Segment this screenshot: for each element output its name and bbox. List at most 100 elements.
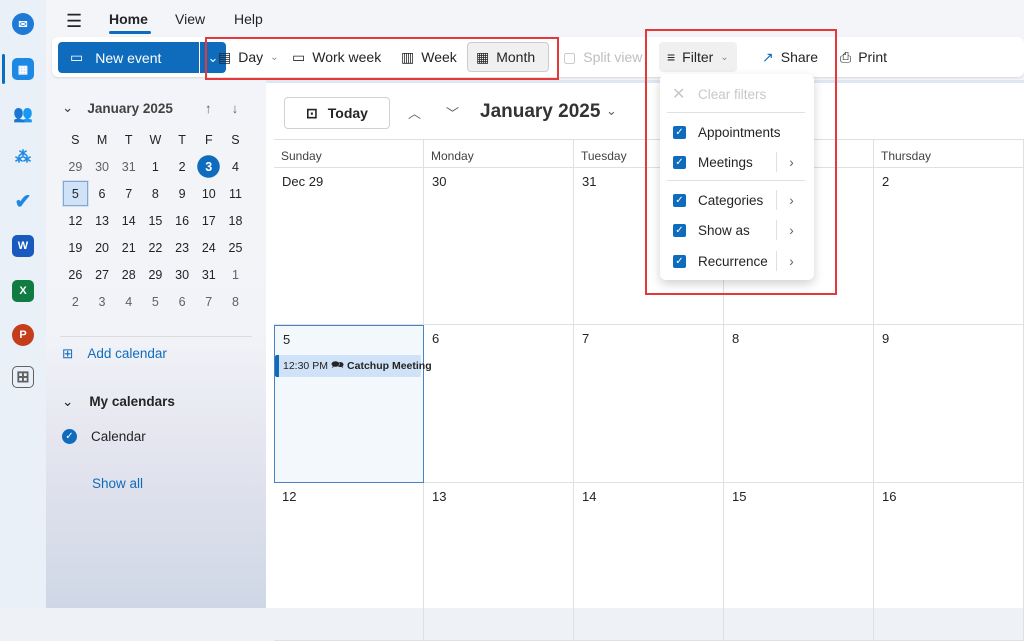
weekday-header: W: [149, 132, 162, 147]
mini-calendar-day[interactable]: 3: [89, 288, 116, 315]
mini-calendar-day[interactable]: 12: [62, 207, 89, 234]
mini-calendar-day[interactable]: 31: [115, 153, 142, 180]
mini-calendar-day[interactable]: 6: [169, 288, 196, 315]
weekday-header: S: [231, 132, 240, 147]
mini-calendar-day[interactable]: 20: [89, 234, 116, 261]
mini-calendar-day[interactable]: 4: [115, 288, 142, 315]
mini-calendar-day[interactable]: 3: [195, 153, 223, 180]
groups-icon[interactable]: ⁂: [12, 146, 34, 168]
today-button[interactable]: ⊡ Today: [284, 97, 390, 129]
mini-calendar-day[interactable]: 16: [169, 207, 196, 234]
more-apps-icon[interactable]: ⊞: [12, 366, 34, 388]
add-calendar-icon: ⊞: [62, 346, 74, 361]
mini-calendar-day[interactable]: 17: [195, 207, 222, 234]
mini-calendar-day[interactable]: 6: [89, 180, 116, 207]
my-calendars-group[interactable]: ⌄ My calendars: [62, 394, 175, 410]
mini-calendar-day[interactable]: 27: [89, 261, 116, 288]
today-label: Today: [327, 105, 368, 121]
app-rail: ✉ ▦ 👥 ⁂ ✔ W X P ⊞: [0, 0, 46, 608]
weekday-header: T: [124, 132, 133, 147]
people-icon[interactable]: 👥: [12, 103, 34, 125]
mini-calendar-day[interactable]: 5: [62, 180, 89, 207]
tab-view[interactable]: View: [175, 11, 205, 27]
mini-calendar-day[interactable]: 29: [62, 153, 89, 180]
previous-icon[interactable]: ︿: [408, 103, 421, 122]
sidebar: ⌄ January 2025 ↑ ↓ S M T W T F S 29 30 31 1 2 3 4 5 6 7 8…: [46, 78, 266, 608]
top-nav: ☰ Home View Help: [46, 0, 1024, 38]
day-cell[interactable]: 6: [424, 325, 574, 483]
excel-icon[interactable]: X: [12, 280, 34, 302]
weekday-header: S: [71, 132, 80, 147]
mini-calendar-day[interactable]: 2: [169, 153, 196, 180]
day-cell[interactable]: 15: [724, 483, 874, 641]
mini-calendar-day[interactable]: 11: [222, 180, 249, 207]
outlook-icon[interactable]: ✉: [12, 13, 34, 35]
mini-calendar-day[interactable]: 21: [115, 234, 142, 261]
mini-calendar-day[interactable]: 1: [142, 153, 169, 180]
mini-calendar-day[interactable]: 29: [142, 261, 169, 288]
show-all-link[interactable]: Show all: [92, 476, 143, 491]
mini-calendar-day[interactable]: 30: [169, 261, 196, 288]
mini-calendar-day[interactable]: 7: [195, 288, 222, 315]
mini-calendar-day[interactable]: 13: [89, 207, 116, 234]
mini-calendar-day[interactable]: 9: [169, 180, 196, 207]
mini-calendar-day[interactable]: 26: [62, 261, 89, 288]
new-event-button[interactable]: ▭ New event: [58, 42, 199, 73]
day-cell[interactable]: Dec 29: [274, 168, 424, 325]
mini-calendar-day[interactable]: 24: [195, 234, 222, 261]
tab-help[interactable]: Help: [234, 11, 263, 27]
day-number: 12: [282, 489, 297, 504]
month-picker-chevron-icon[interactable]: ⌄: [606, 103, 617, 119]
day-cell[interactable]: 16: [874, 483, 1024, 641]
mini-calendar-day[interactable]: 5: [142, 288, 169, 315]
day-cell[interactable]: 14: [574, 483, 724, 641]
day-cell[interactable]: 8: [724, 325, 874, 483]
print-button[interactable]: ⎙ Print: [832, 42, 895, 72]
mini-calendar-day[interactable]: 25: [222, 234, 249, 261]
day-cell[interactable]: 7: [574, 325, 724, 483]
calendar-icon[interactable]: ▦: [12, 58, 34, 80]
previous-month-icon[interactable]: ↑: [205, 101, 212, 116]
day-number: 31: [582, 174, 597, 189]
day-cell[interactable]: 2: [874, 168, 1024, 325]
event-title: Catchup Meeting: [347, 360, 432, 372]
add-calendar-button[interactable]: ⊞ Add calendar: [62, 346, 167, 362]
mini-calendar-day[interactable]: 18: [222, 207, 249, 234]
event-catchup-meeting[interactable]: 12:30 PM 🗪 Catchup Meeting: [275, 355, 432, 377]
month-title[interactable]: January 2025: [480, 101, 600, 123]
next-icon[interactable]: ﹀: [446, 103, 459, 122]
todo-icon[interactable]: ✔: [12, 190, 34, 213]
mini-calendar-day[interactable]: 31: [195, 261, 222, 288]
tab-home[interactable]: Home: [109, 11, 148, 27]
day-header: Thursday: [874, 139, 1024, 168]
hamburger-menu-icon[interactable]: ☰: [66, 11, 82, 32]
mini-calendar-day[interactable]: 30: [89, 153, 116, 180]
mini-calendar-day[interactable]: 4: [222, 153, 249, 180]
next-month-icon[interactable]: ↓: [232, 101, 239, 116]
day-cell[interactable]: 30: [424, 168, 574, 325]
mini-calendar-day[interactable]: 8: [142, 180, 169, 207]
day-cell[interactable]: 12: [274, 483, 424, 641]
powerpoint-icon[interactable]: P: [12, 324, 34, 346]
mini-calendar-day[interactable]: 10: [195, 180, 222, 207]
mini-calendar-day[interactable]: 15: [142, 207, 169, 234]
day-cell[interactable]: 9: [874, 325, 1024, 483]
print-label: Print: [858, 49, 887, 65]
mini-calendar-day[interactable]: 1: [222, 261, 249, 288]
mini-calendar-day[interactable]: 2: [62, 288, 89, 315]
add-calendar-label: Add calendar: [87, 346, 167, 361]
word-icon[interactable]: W: [12, 235, 34, 257]
mini-calendar-day[interactable]: 8: [222, 288, 249, 315]
mini-calendar-day[interactable]: 14: [115, 207, 142, 234]
mini-calendar-day[interactable]: 22: [142, 234, 169, 261]
divider: [60, 336, 252, 337]
mini-calendar-day[interactable]: 7: [115, 180, 142, 207]
day-cell[interactable]: 5: [274, 325, 424, 483]
day-cell[interactable]: 13: [424, 483, 574, 641]
mini-calendar-day[interactable]: 28: [115, 261, 142, 288]
collapse-chevron-icon[interactable]: ⌄: [62, 100, 73, 116]
mini-calendar-day[interactable]: 23: [169, 234, 196, 261]
calendar-item[interactable]: ✓ Calendar: [62, 429, 146, 444]
my-calendars-label: My calendars: [89, 394, 175, 409]
mini-calendar-day[interactable]: 19: [62, 234, 89, 261]
